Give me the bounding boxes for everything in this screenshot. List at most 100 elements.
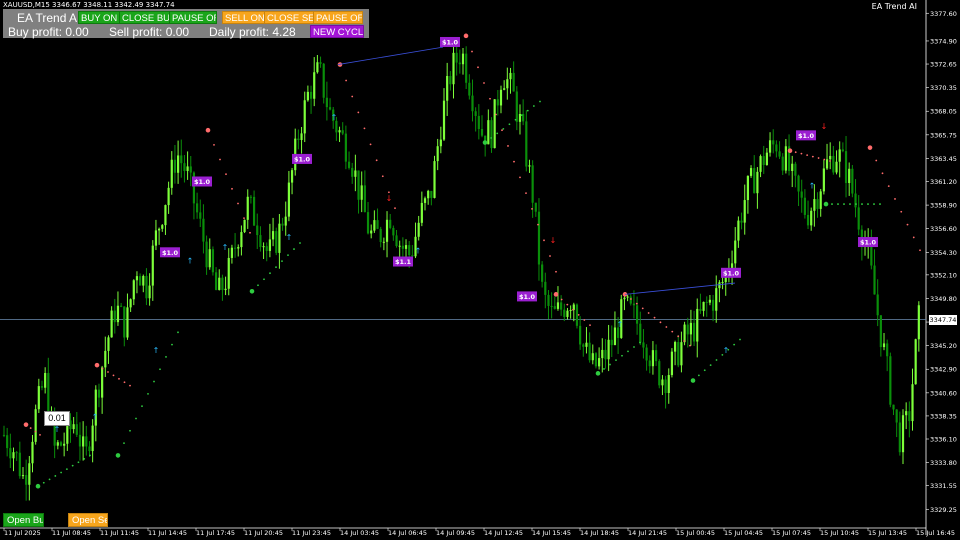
price-tick-label: 3361.20 [930, 178, 957, 186]
stop-dot [219, 158, 221, 161]
candle-body [199, 212, 202, 219]
candle-body [268, 239, 272, 251]
stop-dot [249, 288, 255, 294]
candle-body [319, 62, 322, 64]
candle-body [180, 155, 183, 164]
candle-body [344, 133, 347, 162]
stop-dot [237, 202, 239, 205]
candle-body [781, 156, 784, 171]
candle-body [427, 190, 430, 199]
buy-profit-text: Buy profit: 0.00 [8, 25, 89, 39]
sell-profit-text: Sell profit: 0.00 [109, 25, 190, 39]
buy-arrow-icon: ↑ [286, 233, 293, 242]
profit-label: $1.0 [192, 176, 212, 187]
sell-on-button[interactable]: SELL ON [222, 11, 266, 24]
trade-line [624, 282, 736, 295]
price-tick-label: 3340.60 [930, 389, 957, 397]
stop-dot [539, 100, 541, 103]
price-tick-label: 3356.60 [930, 225, 957, 233]
candle-body [256, 225, 259, 236]
candle-body [673, 342, 677, 352]
stop-dot [363, 127, 366, 130]
candle-body [715, 288, 718, 311]
candle-body [411, 255, 414, 257]
candle-body [594, 353, 598, 367]
candle-body [129, 299, 132, 308]
stop-dot [369, 143, 372, 146]
price-tick-label: 3352.10 [930, 271, 957, 279]
candle-body [113, 310, 116, 323]
candle-body [696, 308, 699, 342]
time-tick-label: 14 Jul 12:45 [484, 529, 523, 537]
candlestick-series [2, 41, 920, 501]
candle-body [202, 218, 205, 242]
pause-off-sell-button[interactable]: PAUSE OFF [313, 11, 363, 24]
price-tick-label: 3370.35 [930, 84, 957, 92]
profit-label-text: $1.0 [442, 38, 459, 46]
candle-body [541, 264, 544, 282]
stop-dot [112, 374, 115, 377]
candle-body [401, 245, 404, 249]
candle-body [15, 452, 18, 454]
sell-arrow-icon: ↓ [821, 122, 828, 131]
candle-body [547, 294, 550, 306]
candle-body [670, 351, 674, 376]
stop-dot [549, 255, 551, 257]
stop-dot [153, 380, 155, 383]
candle-body [335, 120, 338, 133]
price-tick-label: 3374.90 [930, 37, 957, 45]
close-buy-button[interactable]: CLOSE BUY [119, 11, 170, 24]
close-sell-button[interactable]: CLOSE SELL [264, 11, 315, 24]
candle-body [284, 216, 287, 226]
candle-body [287, 182, 290, 217]
new-cycle-button[interactable]: NEW CYCLE [310, 25, 364, 38]
price-tick-label: 3372.65 [930, 61, 957, 69]
candle-body [702, 301, 705, 311]
candle-body [778, 151, 781, 157]
candle-body [908, 411, 911, 422]
pause-off-buy-button[interactable]: PAUSE OFF [169, 11, 217, 24]
stop-dot [281, 260, 283, 263]
candle-body [512, 72, 515, 92]
stop-dot [671, 330, 674, 333]
lot-size-input[interactable]: 0.01 [44, 411, 70, 426]
symbol-header: XAUUSD,M15 3346.67 3348.11 3342.49 3347.… [3, 1, 175, 9]
candle-body [40, 386, 44, 388]
candle-body [749, 168, 753, 176]
candle-body [914, 339, 917, 385]
candle-body [18, 452, 21, 477]
stop-dot [526, 109, 529, 112]
buy-arrow-icon: ↑ [92, 413, 99, 422]
stop-dot [823, 201, 829, 207]
candle-body [34, 409, 37, 442]
candle-body [233, 247, 237, 249]
stop-dot [29, 427, 32, 429]
candle-body [480, 129, 484, 136]
candle-body [224, 288, 227, 291]
time-tick-label: 14 Jul 09:45 [436, 529, 475, 537]
candle-body [569, 309, 572, 311]
candle-body [905, 411, 908, 416]
candle-body [433, 161, 436, 198]
time-tick-label: 11 Jul 14:45 [148, 529, 187, 537]
stop-dot [107, 371, 109, 373]
candle-body [72, 424, 75, 430]
candle-body [249, 196, 253, 198]
candle-body [120, 305, 123, 307]
time-tick-label: 11 Jul 17:45 [196, 529, 235, 537]
stop-dot [243, 217, 245, 220]
stop-dot [482, 140, 488, 145]
stop-dot [65, 468, 68, 470]
daily-profit-text: Daily profit: 4.28 [209, 25, 296, 39]
open-buy-button[interactable]: Open Buy [3, 513, 44, 527]
time-tick-label: 15 Jul 07:45 [772, 529, 811, 537]
buy-on-button[interactable]: BUY ON [78, 11, 120, 24]
price-tick-label: 3363.45 [930, 155, 957, 163]
price-chart[interactable]: ↑↑↑↑↑↑↑↑↑↑↑↓↓↓ $1.0$1.0$1.0$1.0$1.1$1.0$… [0, 0, 960, 540]
stop-dot [697, 374, 700, 377]
open-sell-button[interactable]: Open Sell [68, 513, 108, 527]
stop-dot [205, 127, 211, 133]
stop-dot [912, 236, 915, 239]
candle-body [164, 205, 167, 226]
stop-dot [23, 422, 29, 427]
